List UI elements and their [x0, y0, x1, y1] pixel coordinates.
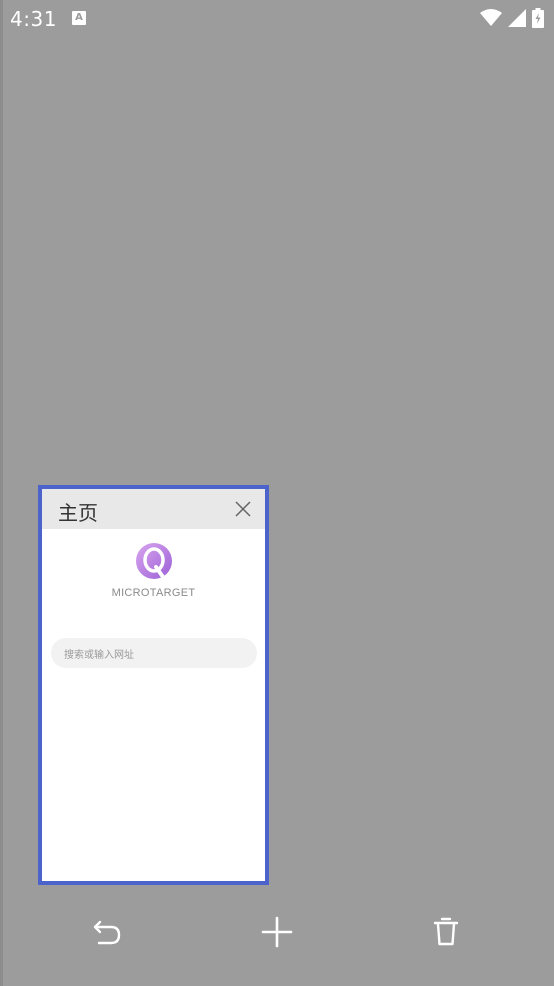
undo-icon — [93, 920, 121, 945]
trash-icon — [433, 917, 459, 946]
battery-charging-icon — [532, 8, 544, 28]
a-icon: A — [72, 11, 86, 25]
wifi-icon — [480, 9, 502, 26]
tab-card-header: 主页 — [42, 489, 265, 529]
bottom-bar — [0, 900, 554, 970]
search-input[interactable]: 搜索或输入网址 — [51, 638, 257, 668]
brand-text: MICROTARGET — [111, 587, 196, 599]
signal-icon — [508, 9, 526, 27]
status-bar: 4:31 A — [0, 0, 554, 38]
add-icon — [261, 916, 293, 948]
undo-button[interactable] — [87, 912, 127, 952]
left-edge — [0, 0, 3, 986]
tab-card[interactable]: 主页 MICROTARGET 搜索或输入网址 — [38, 485, 269, 885]
status-icons — [480, 8, 544, 28]
search-placeholder: 搜索或输入网址 — [64, 650, 134, 661]
add-tab-button[interactable] — [257, 912, 297, 952]
status-time: 4:31 — [10, 7, 57, 31]
microtarget-logo — [136, 543, 172, 579]
tab-title: 主页 — [58, 501, 98, 525]
close-icon[interactable] — [235, 501, 251, 517]
delete-all-button[interactable] — [426, 912, 466, 952]
